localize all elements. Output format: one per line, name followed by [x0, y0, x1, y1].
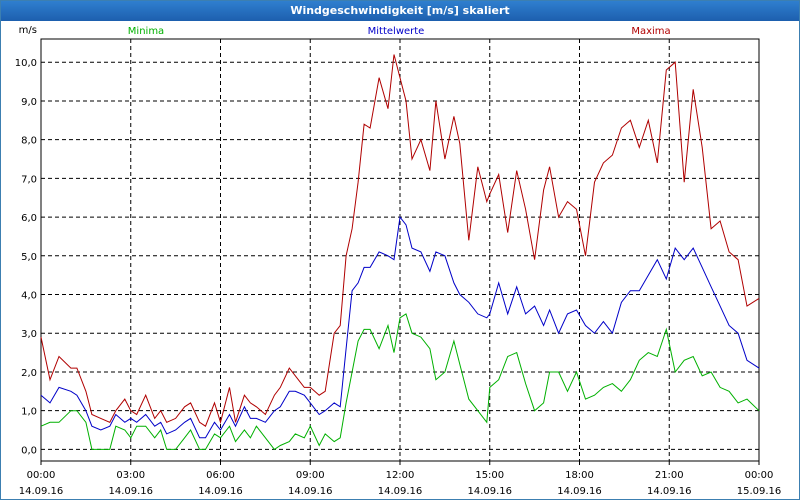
- y-tick-label: 10,0: [15, 58, 37, 69]
- x-tick-time: 15:00: [475, 470, 504, 481]
- legend-maxima: Maxima: [631, 26, 670, 37]
- x-tick-date: 15.09.16: [737, 486, 782, 497]
- x-tick-time: 03:00: [116, 470, 145, 481]
- y-tick-label: 2,0: [21, 368, 37, 379]
- x-tick-time: 00:00: [745, 470, 774, 481]
- legend-minima: Minima: [128, 26, 164, 37]
- x-tick-time: 00:00: [27, 470, 56, 481]
- chart-window: Windgeschwindigkeit [m/s] skaliert 0,0 1,…: [0, 0, 800, 500]
- y-tick-label: 5,0: [21, 252, 37, 263]
- y-tick-label: 9,0: [21, 97, 37, 108]
- x-tick-date: 14.09.16: [557, 486, 602, 497]
- x-tick-time: 06:00: [206, 470, 235, 481]
- legend-mittelwerte: Mittelwerte: [368, 26, 425, 37]
- x-tick-time: 18:00: [565, 470, 594, 481]
- y-tick-label: 1,0: [21, 407, 37, 418]
- x-tick-date: 14.09.16: [647, 486, 692, 497]
- x-tick-date: 14.09.16: [378, 486, 423, 497]
- plot-area: 0,0 1,0 2,0 3,0 4,0 5,0 6,0 7,0 8,0 9,0 10,0 00:00 1…: [15, 25, 782, 497]
- x-tick-date: 14.09.16: [198, 486, 243, 497]
- line-chart: 0,0 1,0 2,0 3,0 4,0 5,0 6,0 7,0 8,0 9,0 10,0 00:00 1…: [15, 25, 782, 497]
- y-tick-label: 0,0: [21, 445, 37, 456]
- y-tick-label: 7,0: [21, 174, 37, 185]
- x-tick-date: 14.09.16: [467, 486, 512, 497]
- x-tick-time: 09:00: [296, 470, 325, 481]
- y-tick-label: 3,0: [21, 329, 37, 340]
- y-tick-label: 6,0: [21, 213, 37, 224]
- x-tick-time: 12:00: [386, 470, 415, 481]
- y-tick-label: 4,0: [21, 291, 37, 302]
- x-tick-time: 21:00: [655, 470, 684, 481]
- x-tick-date: 14.09.16: [19, 486, 64, 497]
- x-tick-date: 14.09.16: [108, 486, 153, 497]
- y-axis-label: m/s: [19, 25, 37, 36]
- x-tick-date: 14.09.16: [288, 486, 333, 497]
- y-tick-label: 8,0: [21, 136, 37, 147]
